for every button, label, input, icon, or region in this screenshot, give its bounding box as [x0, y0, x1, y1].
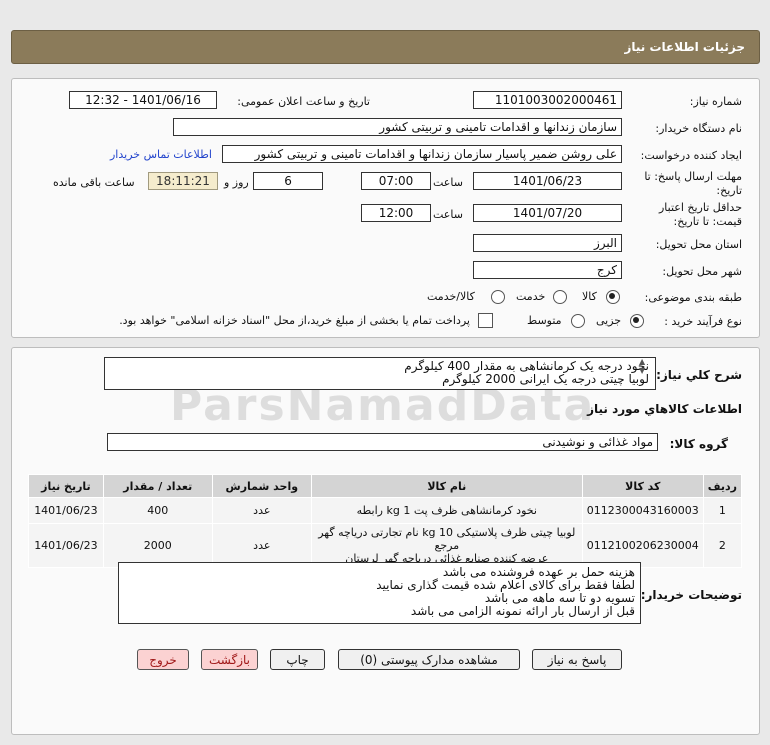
col-name: نام کالا: [310, 474, 583, 498]
buyer-org-field: سازمان زندانها و اقدامات تامینی و تربیتی…: [173, 118, 622, 136]
days-label: روز و: [224, 176, 249, 189]
remaining-label: ساعت باقی مانده: [53, 176, 135, 189]
deadline-time-label: ساعت: [433, 176, 463, 189]
goods-info-title: اطلاعات کالاهاي مورد نياز: [587, 402, 742, 416]
cell-unit: عدد: [211, 523, 312, 568]
attachments-button[interactable]: مشاهده مدارک پیوستی (0): [338, 649, 520, 670]
deadline-label-2: تاریخ:: [716, 184, 742, 197]
process-radio-minor[interactable]: [630, 314, 644, 328]
city-field: کرج: [473, 261, 622, 279]
cell-name-line-1: نخود کرمانشاهی ظرف پت 1 kg رابطه: [356, 504, 537, 517]
summary-field: نخود درجه یک کرمانشاهی به مقدار 400 کیلو…: [104, 357, 656, 390]
announce-field: 1401/06/16 - 12:32: [69, 91, 217, 109]
province-label: استان محل تحویل:: [655, 238, 742, 251]
cell-row: 2: [702, 523, 743, 568]
validity-label-2: قیمت: تا تاریخ:: [673, 215, 742, 228]
cell-qty: 400: [102, 497, 213, 524]
col-code: کد کالا: [581, 474, 704, 498]
process-radio-medium[interactable]: [571, 314, 585, 328]
category-radio-goods-service[interactable]: [491, 290, 505, 304]
category-radio-service[interactable]: [553, 290, 567, 304]
print-button[interactable]: چاپ: [270, 649, 325, 670]
exit-button[interactable]: خروج: [137, 649, 189, 670]
items-table: ردیف کد کالا نام کالا واحد شمارش تعداد /…: [28, 474, 743, 568]
province-field: البرز: [473, 234, 622, 252]
col-qty: تعداد / مقدار: [102, 474, 213, 498]
col-row: ردیف: [702, 474, 743, 498]
creator-field: علی روشن ضمیر پاسیار سازمان زندانها و اق…: [222, 145, 622, 163]
col-unit: واحد شمارش: [211, 474, 312, 498]
goods-group-field: مواد غذائی و نوشیدنی: [107, 433, 658, 451]
col-date: تاریخ نیاز: [28, 474, 104, 498]
cell-date: 1401/06/23: [28, 497, 104, 524]
validity-time-field: 12:00: [361, 204, 431, 222]
announce-label: تاریخ و ساعت اعلان عمومی:: [237, 95, 370, 108]
deadline-time-field: 07:00: [361, 172, 431, 190]
back-button[interactable]: بازگشت: [201, 649, 258, 670]
category-option-goods: کالا: [582, 290, 597, 303]
need-number-label: شماره نیاز:: [689, 95, 742, 108]
city-label: شهر محل تحویل:: [662, 265, 742, 278]
need-number-field: 1101003002000461: [473, 91, 622, 109]
category-radio-goods[interactable]: [606, 290, 620, 304]
summary-label: شرح کلي نياز:: [656, 368, 742, 382]
scroll-arrow-icon[interactable]: ▲ ▼: [639, 357, 645, 375]
goods-group-label: گروه کالا:: [669, 437, 728, 451]
process-option-medium: متوسط: [527, 314, 562, 327]
category-option-goods-service: کالا/خدمت: [427, 290, 475, 303]
reply-button[interactable]: پاسخ به نیاز: [532, 649, 622, 670]
buyer-notes-field: هزینه حمل بر عهده فروشنده می باشد لطفا ف…: [118, 562, 641, 624]
cell-code: 0112100206230004: [581, 523, 704, 568]
deadline-date-field: 1401/06/23: [473, 172, 622, 190]
cell-unit: عدد: [211, 497, 312, 524]
category-label: طبقه بندی موضوعی:: [644, 291, 742, 304]
process-label: نوع فرآیند خرید :: [664, 315, 742, 328]
cell-row: 1: [702, 497, 743, 524]
buyer-notes-label: توضیحات خریدار:: [640, 588, 742, 602]
validity-time-label: ساعت: [433, 208, 463, 221]
cell-code: 0112300043160003: [581, 497, 704, 524]
buyer-contact-link[interactable]: اطلاعات تماس خریدار: [110, 148, 212, 161]
cell-name: لوبیا چیتی ظرف پلاستیکی 10 kg نام تجارتی…: [310, 523, 583, 568]
process-option-minor: جزیی: [596, 314, 622, 327]
buyer-note-line: قبل از ارسال بار ارائه نمونه الزامی می ب…: [410, 604, 635, 618]
cell-name-line-1: لوبیا چیتی ظرف پلاستیکی 10 kg نام تجارتی…: [318, 526, 576, 552]
page-title: جزئیات اطلاعات نیاز: [11, 30, 760, 64]
validity-date-field: 1401/07/20: [473, 204, 622, 222]
remaining-time-field: 18:11:21: [148, 172, 218, 190]
validity-label-1: حداقل تاریخ اعتبار: [658, 201, 742, 214]
summary-line-2: لوبیا چیتی درجه یک ایرانی 2000 کیلوگرم: [442, 372, 649, 386]
treasury-payment-checkbox[interactable]: [478, 313, 493, 328]
cell-qty: 2000: [102, 523, 213, 568]
creator-label: ایجاد کننده درخواست:: [640, 149, 742, 162]
cell-name: نخود کرمانشاهی ظرف پت 1 kg رابطه: [310, 497, 583, 524]
treasury-payment-note: پرداخت تمام یا بخشی از مبلغ خرید،از محل …: [119, 314, 470, 327]
cell-date: 1401/06/23: [28, 523, 104, 568]
table-header-row: ردیف کد کالا نام کالا واحد شمارش تعداد /…: [28, 474, 743, 498]
buyer-org-label: نام دستگاه خریدار:: [655, 122, 742, 135]
table-row[interactable]: 1 0112300043160003 نخود کرمانشاهی ظرف پت…: [28, 497, 743, 524]
deadline-days-field: 6: [253, 172, 323, 190]
category-option-service: خدمت: [516, 290, 546, 303]
table-row[interactable]: 2 0112100206230004 لوبیا چیتی ظرف پلاستی…: [28, 523, 743, 568]
deadline-label-1: مهلت ارسال پاسخ: تا: [644, 170, 742, 183]
